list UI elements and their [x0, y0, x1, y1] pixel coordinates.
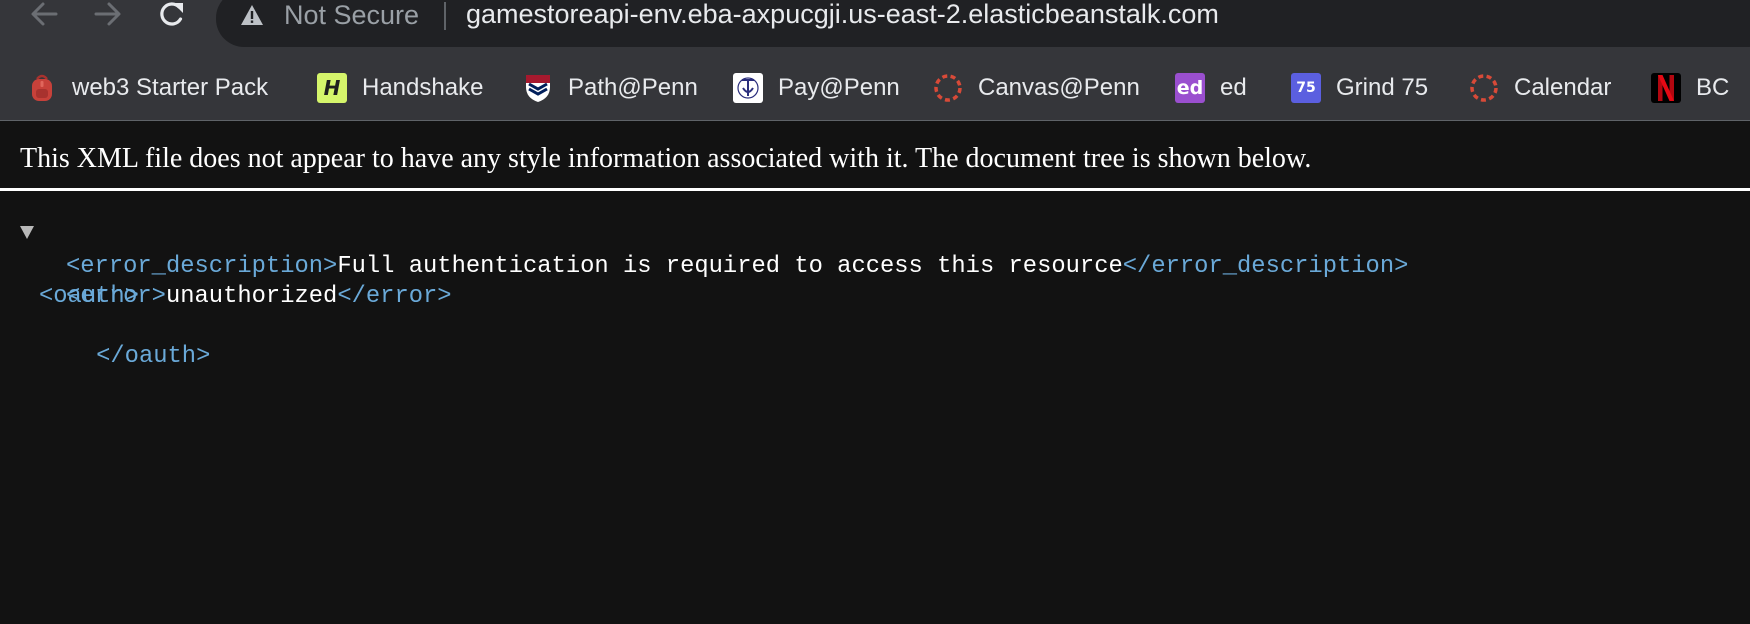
bookmark-label: ed — [1220, 74, 1247, 101]
bookmark-label: web3 Starter Pack — [72, 74, 269, 101]
xml-root-close-line: </oauth> — [39, 312, 210, 402]
bookmark-label: Path@Penn — [568, 74, 698, 101]
bookmark-label: Grind 75 — [1336, 74, 1429, 101]
header-divider — [0, 188, 1750, 191]
xml-tag-error-open: <error> — [66, 283, 166, 310]
address-bar[interactable]: Not Secure gamestoreapi-env.eba-axpucgji… — [216, 0, 1750, 47]
pay-penn-logo-icon — [732, 72, 764, 104]
bookmark-grind-75[interactable]: 75 Grind 75 — [1290, 70, 1428, 106]
omnibox-divider — [444, 2, 446, 30]
backpack-icon — [26, 72, 58, 104]
netflix-logo-icon — [1650, 72, 1682, 104]
xml-style-info-message: This XML file does not appear to have an… — [20, 143, 1312, 174]
bookmark-path-penn[interactable]: Path@Penn — [522, 70, 698, 106]
bookmarks-bar: web3 Starter Pack H Handshake Path@Penn — [0, 56, 1750, 121]
xml-error-description-text: Full authentication is required to acces… — [337, 253, 1123, 280]
canvas-logo-icon — [932, 72, 964, 104]
browser-toolbar: Not Secure gamestoreapi-env.eba-axpucgji… — [0, 0, 1750, 56]
bookmark-label: Calendar — [1514, 74, 1612, 101]
bookmark-label: Handshake — [362, 74, 484, 101]
bookmark-ed[interactable]: ed ed — [1174, 70, 1247, 106]
bookmark-label: Canvas@Penn — [978, 74, 1140, 101]
bookmark-handshake[interactable]: H Handshake — [316, 70, 483, 106]
bookmark-label: Pay@Penn — [778, 74, 900, 101]
bookmark-pay-penn[interactable]: Pay@Penn — [732, 70, 900, 106]
xml-tag-oauth-close: </oauth> — [96, 343, 211, 370]
collapse-triangle-icon[interactable] — [20, 226, 34, 239]
bookmark-canvas-penn[interactable]: Canvas@Penn — [932, 70, 1140, 106]
ed-logo-icon: ed — [1174, 72, 1206, 104]
warning-triangle-icon[interactable] — [240, 4, 264, 26]
xml-error-text: unauthorized — [165, 283, 338, 310]
reload-button[interactable] — [152, 0, 192, 30]
handshake-logo-icon: H — [316, 72, 348, 104]
bookmark-calendar[interactable]: Calendar — [1468, 70, 1611, 106]
arrow-right-icon — [94, 2, 121, 26]
xml-tag-error-close: </error> — [337, 283, 452, 310]
grind75-logo-icon: 75 — [1290, 72, 1322, 104]
bookmark-bc[interactable]: BC — [1650, 70, 1729, 106]
xml-error-description-line: <error_description>Full authentication i… — [66, 252, 1408, 282]
arrow-left-icon — [31, 2, 58, 26]
reload-icon — [160, 2, 183, 26]
xml-tag-error-description-close: </error_description> — [1122, 253, 1409, 280]
xml-tag-error-description-open: <error_description> — [66, 253, 338, 280]
xml-document-tree: <oauth> <error_description>Full authenti… — [0, 222, 1408, 372]
url-text[interactable]: gamestoreapi-env.eba-axpucgji.us-east-2.… — [466, 0, 1219, 30]
penn-shield-icon — [522, 72, 554, 104]
forward-button[interactable] — [88, 0, 128, 30]
xml-error-line: <error>unauthorized</error> — [66, 282, 452, 312]
back-button[interactable] — [24, 0, 64, 30]
canvas-logo-icon — [1468, 72, 1500, 104]
security-status-label[interactable]: Not Secure — [284, 0, 419, 31]
bookmark-web3-starter-pack[interactable]: web3 Starter Pack — [26, 70, 268, 106]
bookmark-label: BC — [1696, 74, 1730, 101]
